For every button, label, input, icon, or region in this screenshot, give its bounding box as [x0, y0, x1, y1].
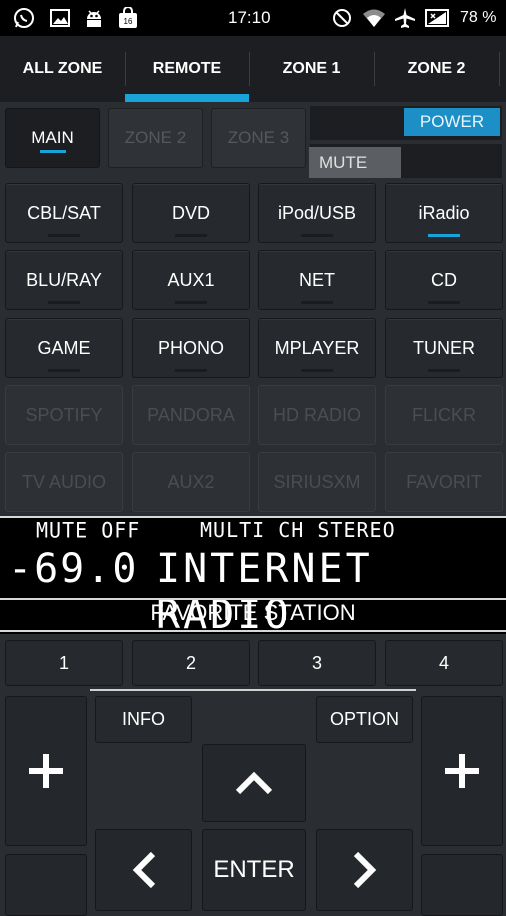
tab-zone-1[interactable]: ZONE 1 [249, 36, 374, 102]
zone-active-indicator [39, 150, 66, 153]
volume-down-left-button[interactable] [5, 854, 87, 916]
source-hd-radio-button[interactable]: HD RADIO [258, 385, 376, 445]
svg-text:16: 16 [124, 17, 133, 26]
source-dvd-button[interactable]: DVD [132, 183, 250, 243]
source-favorit-button[interactable]: FAVORIT [385, 452, 503, 512]
source-indicator [428, 301, 460, 304]
tab-bar: ALL ZONE REMOTE ZONE 1 ZONE 2 [0, 36, 506, 102]
tab-remote[interactable]: REMOTE [125, 36, 249, 102]
source-blu-ray-button[interactable]: BLU/RAY [5, 250, 123, 310]
signal-icon [425, 6, 449, 30]
source-label: iPod/USB [277, 202, 357, 223]
source-label: TUNER [413, 337, 475, 358]
source-game-button[interactable]: GAME [5, 318, 123, 378]
source-label: DVD [171, 202, 210, 223]
plus-icon [445, 754, 479, 788]
favorite-3-button[interactable]: 3 [258, 640, 376, 686]
source-siriusxm-button[interactable]: SIRIUSXM [258, 452, 376, 512]
source-flickr-button[interactable]: FLICKR [385, 385, 503, 445]
zone-main-label: MAIN [31, 128, 74, 147]
volume-level-text: -69.0 [8, 546, 139, 592]
source-spotify-button[interactable]: SPOTIFY [5, 385, 123, 445]
source-indicator [175, 369, 207, 372]
mute-status-text: MUTE OFF [36, 517, 141, 543]
cursor-left-button[interactable] [95, 829, 192, 911]
volume-up-left-button[interactable] [5, 696, 87, 846]
source-label: BLU/RAY [26, 269, 102, 290]
status-display: MUTE OFF MULTI CH STEREO -69.0 INTERNET … [0, 516, 506, 638]
zone-2-button[interactable]: ZONE 2 [108, 108, 203, 168]
zone-3-button[interactable]: ZONE 3 [211, 108, 306, 168]
source-mplayer-button[interactable]: MPLAYER [258, 318, 376, 378]
source-pandora-button[interactable]: PANDORA [132, 385, 250, 445]
do-not-disturb-icon [330, 6, 354, 30]
image-icon [48, 6, 72, 30]
source-label: CBL/SAT [27, 202, 101, 223]
source-indicator [428, 369, 460, 372]
source-label: CD [431, 269, 457, 290]
plus-icon [29, 754, 63, 788]
cursor-up-button[interactable] [202, 744, 306, 822]
tab-zone-2[interactable]: ZONE 2 [374, 36, 499, 102]
zone-main-button[interactable]: MAIN [5, 108, 100, 168]
source-tv-audio-button[interactable]: TV AUDIO [5, 452, 123, 512]
surround-mode-text: MULTI CH STEREO [200, 518, 396, 542]
source-ipod-usb-button[interactable]: iPod/USB [258, 183, 376, 243]
source-aux2-button[interactable]: AUX2 [132, 452, 250, 512]
power-button[interactable]: POWER [404, 108, 500, 136]
source-indicator [48, 369, 80, 372]
source-selected-indicator [428, 234, 460, 237]
chevron-up-icon [235, 771, 273, 795]
favorite-4-button[interactable]: 4 [385, 640, 503, 686]
source-net-button[interactable]: NET [258, 250, 376, 310]
favorite-1-button[interactable]: 1 [5, 640, 123, 686]
source-indicator [301, 301, 333, 304]
source-label: AUX1 [167, 269, 215, 290]
info-button[interactable]: INFO [95, 696, 192, 743]
cursor-right-button[interactable] [316, 829, 413, 911]
source-indicator [48, 301, 80, 304]
volume-down-right-button[interactable] [421, 854, 503, 916]
source-iradio-button[interactable]: iRadio [385, 183, 503, 243]
source-label: GAME [37, 337, 91, 358]
mute-button[interactable]: MUTE [309, 147, 401, 178]
source-phono-button[interactable]: PHONO [132, 318, 250, 378]
bag-icon: 16 [116, 6, 140, 30]
source-label: MPLAYER [274, 337, 360, 358]
favorite-station-heading: FAVORITE STATION [150, 600, 356, 625]
favorite-2-button[interactable]: 2 [132, 640, 250, 686]
option-button[interactable]: OPTION [316, 696, 413, 743]
source-label: iRadio [418, 202, 470, 223]
whatsapp-icon [12, 6, 36, 30]
tab-all-zone[interactable]: ALL ZONE [0, 36, 125, 102]
source-indicator [48, 234, 80, 237]
airplane-icon [393, 6, 417, 30]
source-indicator [175, 301, 207, 304]
active-tab-indicator [125, 94, 249, 102]
status-bar: 16 17:10 78 % [0, 0, 506, 36]
source-indicator [301, 369, 333, 372]
battery-percent: 78 % [460, 9, 497, 26]
clock: 17:10 [228, 8, 271, 27]
source-indicator [175, 234, 207, 237]
source-tuner-button[interactable]: TUNER [385, 318, 503, 378]
chevron-right-icon [353, 851, 376, 889]
wifi-icon [362, 6, 386, 30]
source-label: PHONO [157, 337, 224, 358]
source-aux1-button[interactable]: AUX1 [132, 250, 250, 310]
display-divider [0, 630, 506, 632]
chevron-left-icon [132, 851, 155, 889]
controls-divider [90, 689, 416, 691]
tab-divider [499, 52, 500, 86]
source-cd-button[interactable]: CD [385, 250, 503, 310]
source-indicator [301, 234, 333, 237]
android-icon [82, 6, 106, 30]
volume-up-right-button[interactable] [421, 696, 503, 846]
enter-button[interactable]: ENTER [202, 829, 306, 911]
source-label: NET [299, 269, 335, 290]
source-cbl-sat-button[interactable]: CBL/SAT [5, 183, 123, 243]
